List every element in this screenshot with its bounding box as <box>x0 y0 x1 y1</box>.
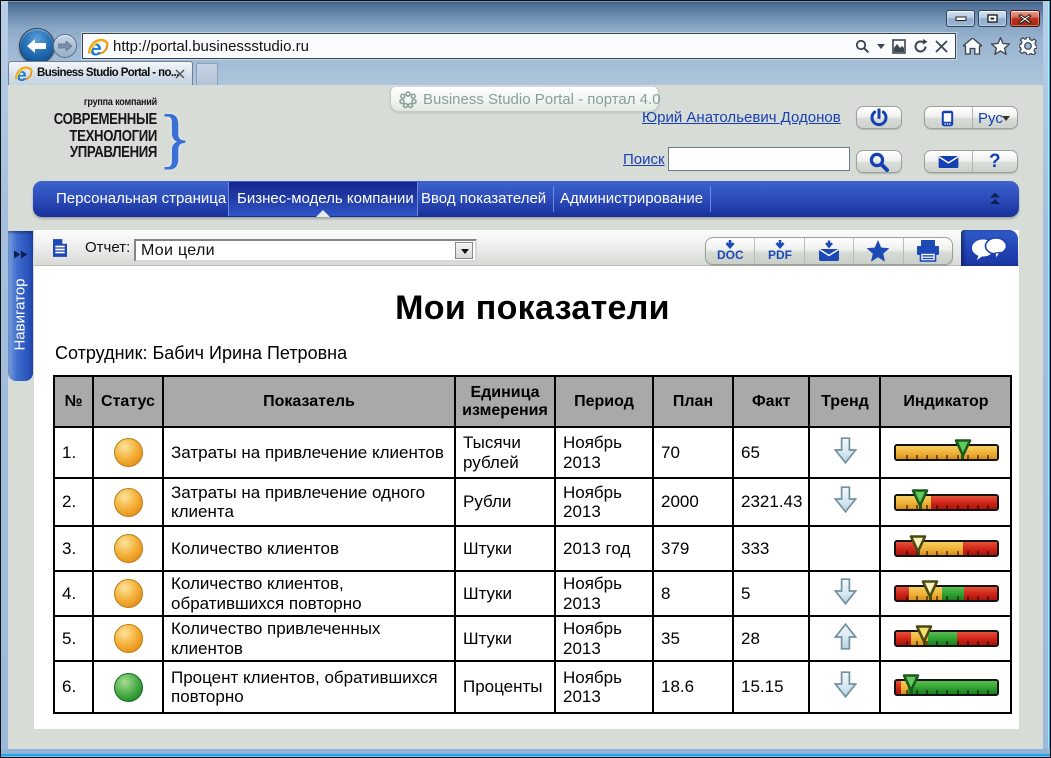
svg-text:DOC: DOC <box>717 248 743 262</box>
svg-text:PDF: PDF <box>768 248 792 262</box>
